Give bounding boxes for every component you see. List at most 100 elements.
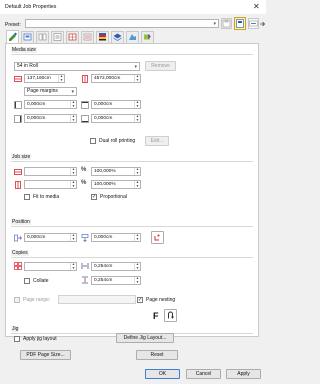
margin-bottom-value: 0,000cm [94,116,113,121]
favorites-button[interactable] [234,17,246,30]
margins-value: Page margins [27,88,58,94]
copies-count-field[interactable]: ▲ ▼ [24,262,77,271]
tab-color-bar[interactable] [96,31,109,43]
divider [11,226,253,227]
tab-tools[interactable] [141,31,154,43]
dual-roll-checkbox[interactable] [90,138,96,144]
remove-button[interactable]: Remove [145,61,176,71]
proportional-label: Proportional [100,194,127,200]
ok-button[interactable]: OK [145,369,180,379]
margin-top-value: 0,000cm [94,102,113,107]
spacing-vertical-value: 0,254cm [94,278,113,283]
proportional-checkbox[interactable]: ✓ [91,194,97,200]
chevron-down-icon: ▾ [134,64,137,70]
position-x-icon [14,234,22,242]
tab-output[interactable] [21,31,34,43]
favorites-icon [236,19,244,28]
reset-button[interactable]: Reset [136,350,178,360]
color-bar-tab-icon [99,33,106,41]
job-height-icon [14,181,22,189]
finishing-tab-icon [129,34,136,40]
apply-jig-checkbox[interactable] [14,336,20,342]
job-width-field[interactable]: ▲ ▼ [24,167,77,176]
collate-checkbox[interactable] [24,278,30,284]
job-height-field[interactable]: ▲ ▼ [24,180,77,189]
tab-printer[interactable] [51,31,64,43]
spacing-horizontal-value: 0,254cm [94,264,113,269]
spin-arrows-icon[interactable]: ▲ ▼ [134,168,140,175]
position-y-field[interactable]: 0,000cm ▲ ▼ [91,233,141,242]
spin-arrows-icon[interactable]: ▲ ▼ [134,75,140,82]
spin-arrows-icon[interactable]: ▲ ▼ [134,181,140,188]
scale-x-value: 100,000% [94,169,116,174]
spin-arrows-icon[interactable]: ▲ ▼ [70,115,76,122]
page-nesting-checkbox[interactable]: ✓ [137,297,143,303]
scale-y-value: 100,000% [94,182,116,187]
position-anchor-button[interactable] [151,231,164,244]
printer-tab-icon [53,33,62,41]
define-jig-button[interactable]: Define Jig Layout... [116,333,174,343]
flip-label: F [153,311,159,321]
spellcheck-button[interactable] [248,18,259,29]
media-width-field[interactable]: 137,160cm ▲ ▼ [24,74,65,83]
output-tab-icon [23,33,32,41]
copies-grid-icon [14,262,22,270]
spin-arrows-icon[interactable]: ▲ ▼ [70,234,76,241]
spin-arrows-icon[interactable]: ▲ ▼ [70,263,76,270]
position-x-field[interactable]: 0,000cm ▲ ▼ [24,233,77,242]
spin-arrows-icon[interactable]: ▲ ▼ [70,101,76,108]
prepress-tab-icon [113,33,122,41]
margin-bottom-field[interactable]: 0,000cm ▲ ▼ [91,114,141,123]
jig-title: Jig [11,326,20,332]
general-tab-icon [9,32,17,41]
fit-to-media-checkbox[interactable] [24,194,30,200]
scale-y-field[interactable]: 100,000% ▲ ▼ [91,180,141,189]
spin-arrows-icon[interactable]: ▲ ▼ [134,115,140,122]
spin-arrows-icon[interactable]: ▲ ▼ [70,181,76,188]
tab-finishing[interactable] [126,31,139,43]
spacing-horizontal-field[interactable]: 0,254cm ▲ ▼ [91,262,141,271]
divider [11,54,253,55]
page-range-checkbox[interactable] [14,297,20,303]
chevron-down-icon: ▾ [213,21,216,27]
apply-button[interactable]: Apply [226,369,261,379]
tab-marks[interactable] [81,31,94,43]
import-preset-button[interactable] [260,19,266,29]
margin-left-field[interactable]: 0,000cm ▲ ▼ [24,100,77,109]
spin-arrows-icon[interactable]: ▲ ▼ [134,101,140,108]
close-button[interactable]: ✕ [253,2,260,11]
margin-top-icon [81,101,89,109]
edit-button[interactable]: Edit... [145,136,169,146]
tab-strip [6,30,196,44]
cancel-button[interactable]: Cancel [186,369,221,379]
spin-arrows-icon[interactable]: ▲ ▼ [134,277,140,284]
page-range-field[interactable] [58,295,136,304]
margin-top-field[interactable]: 0,000cm ▲ ▼ [91,100,141,109]
margin-right-icon [14,115,22,123]
chevron-down-icon: ▾ [71,89,74,95]
scale-x-field[interactable]: 100,000% ▲ ▼ [91,167,141,176]
position-x-value: 0,000cm [27,235,46,240]
media-select[interactable]: 54 in Roll ▾ [14,62,140,71]
pdf-page-size-button[interactable]: PDF Page Size... [20,350,71,360]
margin-right-field[interactable]: 0,000cm ▲ ▼ [24,114,77,123]
rotate-button[interactable] [164,309,177,322]
tab-general[interactable] [6,30,19,43]
spin-arrows-icon[interactable]: ▲ ▼ [134,234,140,241]
media-height-field[interactable]: 4572,000cm ▲ ▼ [91,74,141,83]
spacing-vertical-field[interactable]: 0,254cm ▲ ▼ [91,276,141,285]
save-preset-button[interactable] [221,18,232,29]
spin-arrows-icon[interactable]: ▲ ▼ [70,168,76,175]
tab-layout[interactable] [66,31,79,43]
tab-prepress[interactable] [111,31,124,43]
spin-arrows-icon[interactable]: ▲ ▼ [58,75,64,82]
spin-arrows-icon[interactable]: ▲ ▼ [134,263,140,270]
copies-title: Copies [11,250,29,256]
tab-color[interactable] [36,31,49,43]
media-size-title: Media size [11,47,37,53]
margins-select[interactable]: Page margins ▾ [24,87,77,96]
collate-label: Collate [33,278,49,284]
margin-right-value: 0,000cm [27,116,46,121]
preset-select[interactable]: ▾ [25,19,219,28]
anchor-icon [154,234,160,241]
